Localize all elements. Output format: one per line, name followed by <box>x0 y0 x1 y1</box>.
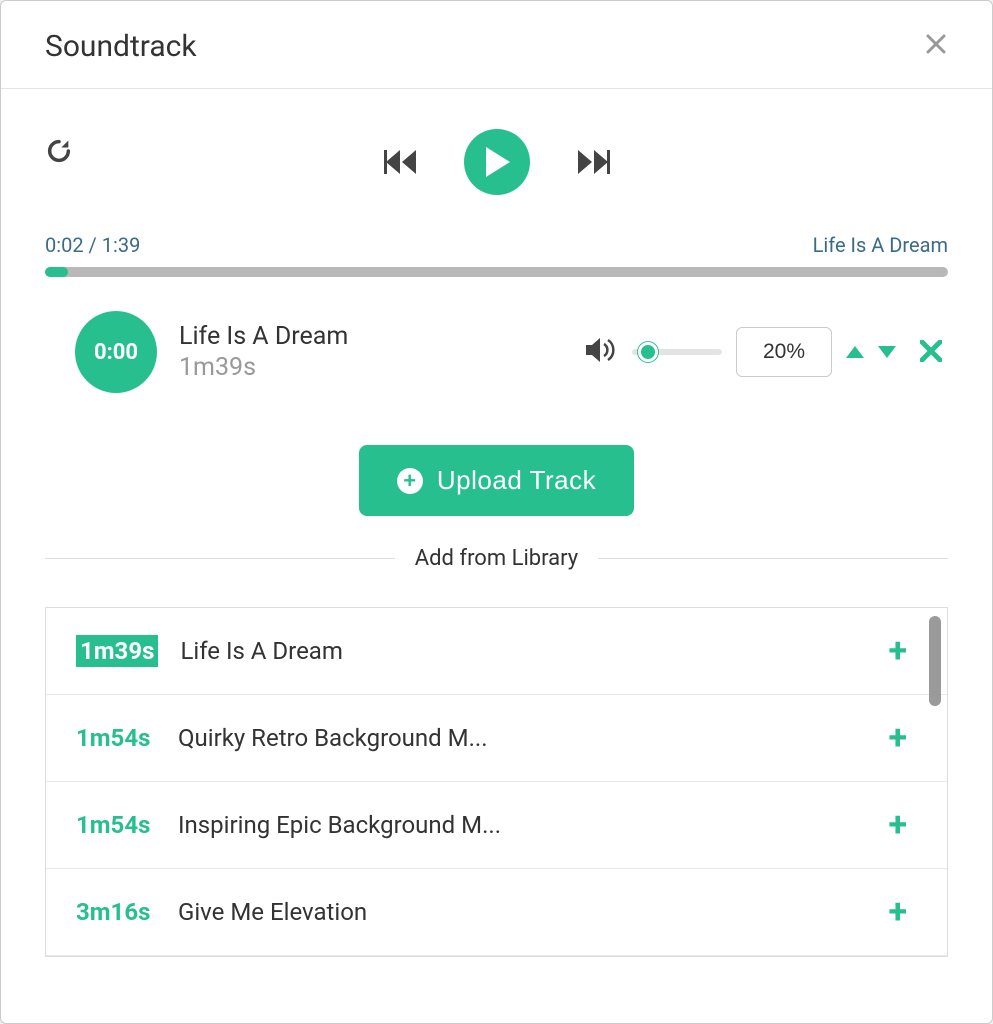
library-item-title: Quirky Retro Background M... <box>178 724 866 752</box>
close-icon[interactable] <box>924 30 948 63</box>
add-track-icon[interactable]: + <box>888 634 907 668</box>
library-item[interactable]: 1m54s Inspiring Epic Background M... + <box>46 782 947 869</box>
library-item-duration: 1m54s <box>76 811 156 839</box>
transport-controls <box>45 129 948 195</box>
panel-title: Soundtrack <box>45 29 197 64</box>
volume-group <box>586 327 948 377</box>
upload-track-button[interactable]: + Upload Track <box>359 445 634 516</box>
soundtrack-panel: Soundtrack 0:02 / 1:39 Life Is A Dream <box>0 0 993 1024</box>
track-info: Life Is A Dream 1m39s <box>179 322 348 382</box>
library-item-duration: 1m54s <box>76 724 156 752</box>
library-heading-label: Add from Library <box>415 546 578 571</box>
track-start-time-badge[interactable]: 0:00 <box>75 311 157 393</box>
progress-bar[interactable] <box>45 267 948 277</box>
panel-header: Soundtrack <box>1 1 992 89</box>
plus-circle-icon: + <box>397 468 423 494</box>
library-heading: Add from Library <box>45 546 948 571</box>
library-item[interactable]: 1m54s Quirky Retro Background M... + <box>46 695 947 782</box>
now-playing-title: Life Is A Dream <box>813 233 948 257</box>
add-track-icon[interactable]: + <box>888 721 907 755</box>
remove-track-icon[interactable] <box>920 336 942 369</box>
library-item-title: Inspiring Epic Background M... <box>178 811 866 839</box>
play-button[interactable] <box>464 129 530 195</box>
add-track-icon[interactable]: + <box>888 895 907 929</box>
scrollbar-thumb[interactable] <box>929 616 941 706</box>
track-duration: 1m39s <box>179 353 348 382</box>
library-item[interactable]: 3m16s Give Me Elevation + <box>46 869 947 956</box>
volume-slider[interactable] <box>632 349 722 355</box>
reload-icon[interactable] <box>45 137 73 169</box>
time-row: 0:02 / 1:39 Life Is A Dream <box>45 233 948 257</box>
move-down-icon[interactable] <box>878 346 896 358</box>
upload-track-label: Upload Track <box>437 465 596 496</box>
track-title: Life Is A Dream <box>179 322 348 351</box>
current-track-row: 0:00 Life Is A Dream 1m39s <box>45 311 948 393</box>
library-item-title: Give Me Elevation <box>178 898 866 926</box>
library-item-title: Life Is A Dream <box>180 637 866 665</box>
volume-input[interactable] <box>736 327 832 377</box>
library-item-duration: 1m39s <box>76 635 158 667</box>
library-list[interactable]: 1m39s Life Is A Dream + 1m54s Quirky Ret… <box>45 607 948 957</box>
skip-forward-icon[interactable] <box>576 148 610 176</box>
add-track-icon[interactable]: + <box>888 808 907 842</box>
player-section: 0:02 / 1:39 Life Is A Dream 0:00 Life Is… <box>1 89 992 516</box>
library-item-duration: 3m16s <box>76 898 156 926</box>
volume-thumb[interactable] <box>638 342 658 362</box>
move-up-icon[interactable] <box>846 346 864 358</box>
library-item[interactable]: 1m39s Life Is A Dream + <box>46 608 947 695</box>
skip-back-icon[interactable] <box>384 148 418 176</box>
volume-icon[interactable] <box>586 336 618 368</box>
playback-time: 0:02 / 1:39 <box>45 233 140 257</box>
progress-fill <box>45 267 68 277</box>
